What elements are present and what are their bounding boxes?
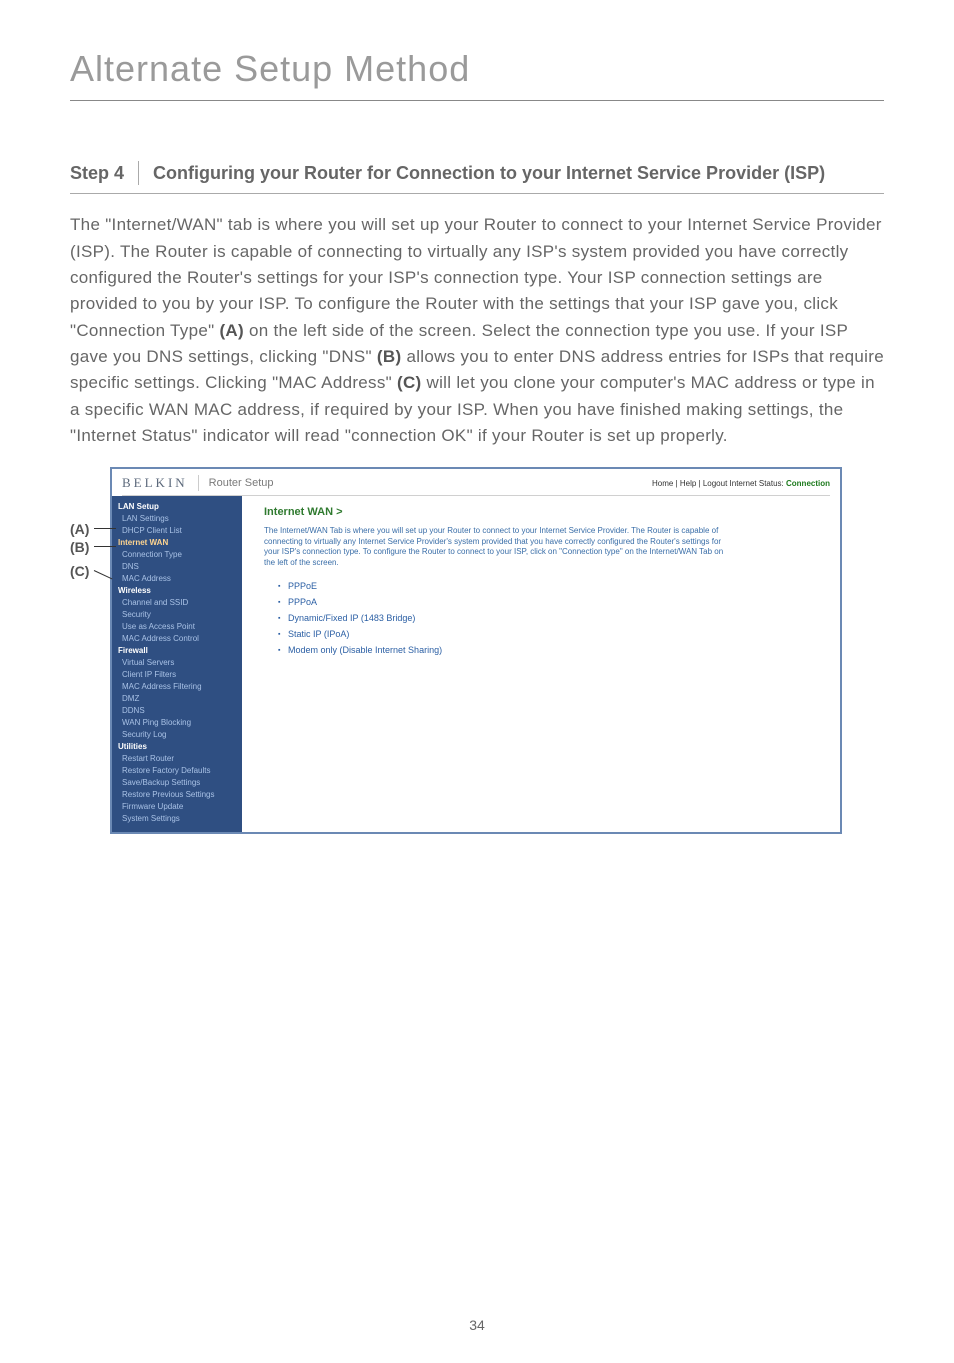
side-nav: LAN Setup LAN Settings DHCP Client List … xyxy=(112,496,242,832)
option-static-ip[interactable]: Static IP (IPoA) xyxy=(278,626,824,642)
title-rule xyxy=(70,100,884,101)
nav-section-firewall[interactable]: Firewall xyxy=(112,644,242,656)
callout-b-line xyxy=(94,546,116,547)
content-description: The Internet/WAN Tab is where you will s… xyxy=(264,526,724,568)
callout-a: (A) xyxy=(70,521,89,537)
nav-item-access-point[interactable]: Use as Access Point xyxy=(112,620,242,632)
step-header: Step 4 Configuring your Router for Conne… xyxy=(70,161,884,194)
content-pane: Internet WAN > The Internet/WAN Tab is w… xyxy=(242,496,840,832)
body-paragraph: The "Internet/WAN" tab is where you will… xyxy=(70,212,884,449)
page-title: Alternate Setup Method xyxy=(70,48,884,90)
nav-item-mac-filtering[interactable]: MAC Address Filtering xyxy=(112,680,242,692)
screenshot-body: LAN Setup LAN Settings DHCP Client List … xyxy=(112,496,840,832)
callout-c: (C) xyxy=(70,563,89,579)
nav-section-internet-wan[interactable]: Internet WAN xyxy=(112,536,242,548)
nav-item-dhcp-client-list[interactable]: DHCP Client List xyxy=(112,524,242,536)
nav-item-security[interactable]: Security xyxy=(112,608,242,620)
nav-item-security-log[interactable]: Security Log xyxy=(112,728,242,740)
header-links[interactable]: Home | Help | Logout Internet Status: Co… xyxy=(652,479,830,488)
callout-a-line xyxy=(94,528,116,529)
nav-item-dmz[interactable]: DMZ xyxy=(112,692,242,704)
nav-item-lan-settings[interactable]: LAN Settings xyxy=(112,512,242,524)
screenshot-frame: BELKIN Router Setup Home | Help | Logout… xyxy=(110,467,842,834)
nav-item-ddns[interactable]: DDNS xyxy=(112,704,242,716)
brand-logo: BELKIN xyxy=(122,475,199,491)
nav-item-wan-ping[interactable]: WAN Ping Blocking xyxy=(112,716,242,728)
nav-item-dns[interactable]: DNS xyxy=(112,560,242,572)
option-pppoe[interactable]: PPPoE xyxy=(278,578,824,594)
nav-item-mac-control[interactable]: MAC Address Control xyxy=(112,632,242,644)
nav-item-client-ip-filters[interactable]: Client IP Filters xyxy=(112,668,242,680)
nav-item-restart[interactable]: Restart Router xyxy=(112,752,242,764)
ref-b: (B) xyxy=(377,347,402,366)
nav-item-system-settings[interactable]: System Settings xyxy=(112,812,242,824)
nav-item-mac-address[interactable]: MAC Address xyxy=(112,572,242,584)
nav-item-restore-defaults[interactable]: Restore Factory Defaults xyxy=(112,764,242,776)
header-links-text: Home | Help | Logout Internet Status: xyxy=(652,479,786,488)
nav-section-wireless[interactable]: Wireless xyxy=(112,584,242,596)
nav-item-connection-type[interactable]: Connection Type xyxy=(112,548,242,560)
screenshot-title: Router Setup xyxy=(199,477,274,489)
option-modem-only[interactable]: Modem only (Disable Internet Sharing) xyxy=(278,642,824,658)
step-heading: Configuring your Router for Connection t… xyxy=(139,161,825,185)
screenshot-header: BELKIN Router Setup Home | Help | Logout… xyxy=(112,469,840,493)
nav-item-channel-ssid[interactable]: Channel and SSID xyxy=(112,596,242,608)
nav-item-virtual-servers[interactable]: Virtual Servers xyxy=(112,656,242,668)
option-pppoa[interactable]: PPPoA xyxy=(278,594,824,610)
nav-item-save-backup[interactable]: Save/Backup Settings xyxy=(112,776,242,788)
ref-a: (A) xyxy=(219,321,244,340)
nav-item-restore-previous[interactable]: Restore Previous Settings xyxy=(112,788,242,800)
figure-wrap: (A) (B) (C) BELKIN Router Setup Home | H… xyxy=(70,467,840,834)
callout-c-line xyxy=(94,570,113,579)
page-number: 34 xyxy=(0,1317,954,1333)
ref-c: (C) xyxy=(397,373,422,392)
nav-section-utilities[interactable]: Utilities xyxy=(112,740,242,752)
option-dynamic-fixed-ip[interactable]: Dynamic/Fixed IP (1483 Bridge) xyxy=(278,610,824,626)
connection-type-list: PPPoE PPPoA Dynamic/Fixed IP (1483 Bridg… xyxy=(278,578,824,658)
nav-section-lan[interactable]: LAN Setup xyxy=(112,500,242,512)
step-label: Step 4 xyxy=(70,161,139,185)
internet-status-value: Connection xyxy=(786,479,830,488)
nav-item-firmware-update[interactable]: Firmware Update xyxy=(112,800,242,812)
content-heading: Internet WAN > xyxy=(264,506,824,518)
callout-b: (B) xyxy=(70,539,89,555)
callout-column: (A) (B) (C) xyxy=(70,497,110,581)
